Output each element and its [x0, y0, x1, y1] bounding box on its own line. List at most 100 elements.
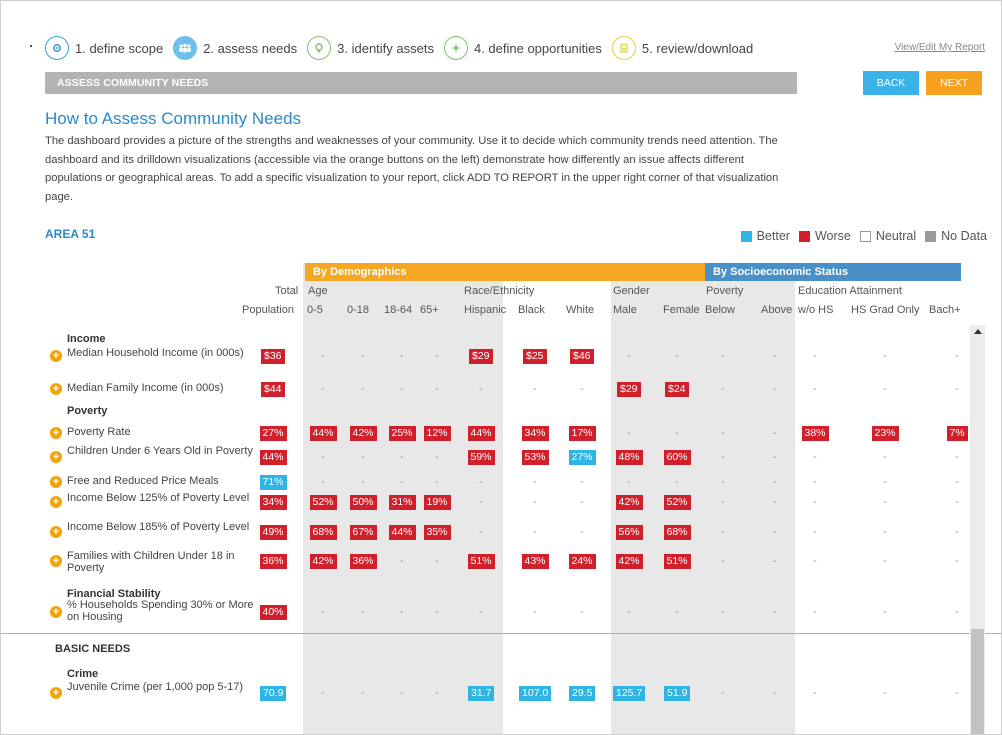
row-label[interactable]: % Households Spending 30% or More on Hou… — [67, 599, 257, 623]
worse-value-cell[interactable]: 25% — [388, 426, 416, 441]
worse-value-cell[interactable]: 44% — [259, 450, 287, 465]
better-value-cell[interactable]: 27% — [568, 450, 596, 465]
back-button[interactable]: BACK — [863, 71, 919, 95]
worse-value-cell[interactable]: 44% — [388, 525, 416, 540]
step-assess-needs[interactable]: 2. assess needs — [173, 36, 297, 60]
worse-value-cell[interactable]: 53% — [521, 450, 549, 465]
step-review-download[interactable]: 5. review/download — [611, 36, 753, 60]
better-value-cell[interactable]: 125.7 — [613, 686, 646, 701]
better-value-cell[interactable]: 29.5 — [569, 686, 596, 701]
worse-value-cell[interactable]: 36% — [349, 554, 377, 569]
worse-value-cell[interactable]: 23% — [871, 426, 899, 441]
scrollbar-thumb[interactable] — [971, 629, 984, 734]
worse-value-cell[interactable]: 52% — [663, 495, 691, 510]
worse-value-cell[interactable]: 27% — [259, 426, 287, 441]
row-label[interactable]: Families with Children Under 18 in Pover… — [67, 550, 257, 574]
worse-value-cell[interactable]: 44% — [309, 426, 337, 441]
worse-value-cell[interactable]: 17% — [568, 426, 596, 441]
row-label[interactable]: Children Under 6 Years Old in Poverty — [67, 445, 257, 457]
worse-value-cell[interactable]: $46 — [570, 349, 594, 364]
worse-value-cell[interactable]: 36% — [259, 554, 287, 569]
gear-icon — [45, 36, 69, 60]
worse-value-cell[interactable]: 42% — [615, 554, 643, 569]
worse-value-cell[interactable]: 67% — [349, 525, 377, 540]
no-data-cell: - — [533, 476, 537, 488]
worse-value-cell[interactable]: 68% — [663, 525, 691, 540]
better-value-cell[interactable]: 71% — [259, 475, 287, 490]
expand-drilldown-button[interactable]: + — [50, 496, 62, 508]
worse-value-cell[interactable]: 42% — [309, 554, 337, 569]
better-value-cell[interactable]: 51.9 — [664, 686, 691, 701]
row-label[interactable]: Median Family Income (in 000s) — [67, 382, 257, 394]
row-label[interactable]: Free and Reduced Price Meals — [67, 475, 257, 487]
worse-value-cell[interactable]: $36 — [261, 349, 285, 364]
no-data-cell: - — [773, 427, 777, 439]
expand-drilldown-button[interactable]: + — [50, 476, 62, 488]
worse-value-cell[interactable]: 38% — [801, 426, 829, 441]
worse-value-cell[interactable]: 7% — [946, 426, 968, 441]
worse-value-cell[interactable]: 49% — [259, 525, 287, 540]
expand-drilldown-button[interactable]: + — [50, 350, 62, 362]
worse-value-cell[interactable]: 24% — [568, 554, 596, 569]
next-button[interactable]: NEXT — [926, 71, 982, 95]
worse-value-cell[interactable]: $25 — [523, 349, 547, 364]
no-data-cell: - — [321, 451, 325, 463]
worse-value-cell[interactable]: 31% — [388, 495, 416, 510]
header-wohs: w/o HS — [798, 304, 834, 316]
worse-value-cell[interactable]: 51% — [467, 554, 495, 569]
better-value-cell[interactable]: 70.9 — [260, 686, 287, 701]
row-label[interactable]: Juvenile Crime (per 1,000 pop 5-17) — [67, 681, 257, 693]
expand-drilldown-button[interactable]: + — [50, 526, 62, 538]
worse-value-cell[interactable]: 43% — [521, 554, 549, 569]
worse-value-cell[interactable]: 59% — [467, 450, 495, 465]
worse-value-cell[interactable]: 51% — [663, 554, 691, 569]
row-label[interactable]: Median Household Income (in 000s) — [67, 347, 257, 359]
better-value-cell[interactable]: 31.7 — [468, 686, 495, 701]
worse-value-cell[interactable]: 42% — [615, 495, 643, 510]
expand-drilldown-button[interactable]: + — [50, 451, 62, 463]
row-label[interactable]: Income Below 125% of Poverty Level — [67, 492, 257, 504]
better-value-cell[interactable]: 107.0 — [519, 686, 552, 701]
worse-value-cell[interactable]: 50% — [349, 495, 377, 510]
header-age: Age — [308, 285, 328, 297]
worse-value-cell[interactable]: 40% — [259, 605, 287, 620]
step-define-opportunities[interactable]: 4. define opportunities — [443, 36, 602, 60]
no-data-cell: - — [675, 476, 679, 488]
worse-value-cell[interactable]: 12% — [423, 426, 451, 441]
worse-value-cell[interactable]: 34% — [521, 426, 549, 441]
worse-value-cell[interactable]: $24 — [665, 382, 689, 397]
step-identify-assets[interactable]: 3. identify assets — [307, 36, 434, 60]
expand-drilldown-button[interactable]: + — [50, 687, 62, 699]
worse-value-cell[interactable]: 60% — [663, 450, 691, 465]
compass-icon — [443, 36, 468, 60]
worse-value-cell[interactable]: 68% — [309, 525, 337, 540]
no-data-cell: - — [675, 427, 679, 439]
area-title: AREA 51 — [45, 227, 96, 241]
worse-value-cell[interactable]: $29 — [617, 382, 641, 397]
worse-value-cell[interactable]: 35% — [423, 525, 451, 540]
expand-drilldown-button[interactable]: + — [50, 427, 62, 439]
worse-value-cell[interactable]: 48% — [615, 450, 643, 465]
worse-value-cell[interactable]: $44 — [261, 382, 285, 397]
expand-drilldown-button[interactable]: + — [50, 555, 62, 567]
worse-value-cell[interactable]: 34% — [259, 495, 287, 510]
worse-value-cell[interactable]: 42% — [349, 426, 377, 441]
header-below: Below — [705, 304, 735, 316]
no-data-cell: - — [479, 496, 483, 508]
row-label[interactable]: Income Below 185% of Poverty Level — [67, 521, 257, 533]
scroll-up-arrow-icon[interactable] — [974, 329, 982, 334]
worse-value-cell[interactable]: 56% — [615, 525, 643, 540]
view-edit-report-link[interactable]: View/Edit My Report — [895, 42, 985, 53]
expand-drilldown-button[interactable]: + — [50, 606, 62, 618]
worse-value-cell[interactable]: 52% — [309, 495, 337, 510]
row-label[interactable]: Poverty Rate — [67, 426, 257, 438]
step-define-scope[interactable]: 1. define scope — [45, 36, 163, 60]
worse-value-cell[interactable]: $29 — [469, 349, 493, 364]
no-data-cell: - — [479, 476, 483, 488]
no-data-cell: - — [813, 476, 817, 488]
expand-drilldown-button[interactable]: + — [50, 383, 62, 395]
no-data-cell: - — [721, 451, 725, 463]
worse-value-cell[interactable]: 19% — [423, 495, 451, 510]
header-male: Male — [613, 304, 637, 316]
worse-value-cell[interactable]: 44% — [467, 426, 495, 441]
